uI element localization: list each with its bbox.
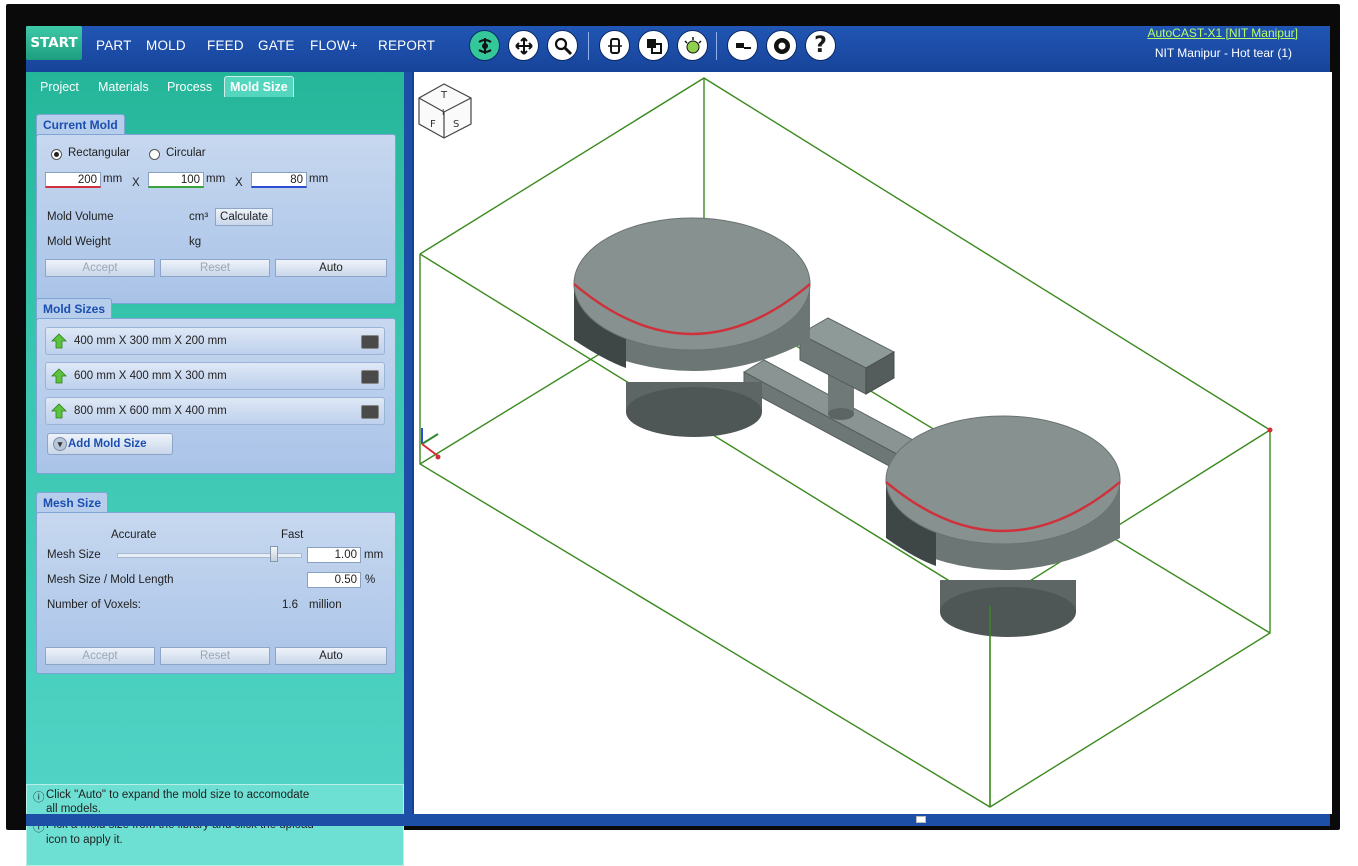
voxels-unit: million <box>309 599 342 611</box>
status-bar <box>26 814 1330 826</box>
mold-size-row[interactable]: 800 mm X 600 mm X 400 mm <box>45 397 385 425</box>
calculate-button[interactable]: Calculate <box>215 208 273 226</box>
menu-flow[interactable]: FLOW+ <box>310 38 358 53</box>
view-cube-top[interactable]: T <box>440 90 448 101</box>
mold-weight-unit: kg <box>189 236 202 248</box>
reset-button[interactable]: Reset <box>160 259 270 277</box>
zoom-icon[interactable] <box>547 30 578 61</box>
radio-circular[interactable] <box>149 149 160 160</box>
mold-dim-z-input[interactable]: 80 <box>251 172 307 188</box>
add-mold-size-button[interactable]: ▾ Add Mold Size <box>47 433 173 455</box>
help-icon[interactable]: ? <box>805 30 836 61</box>
slider-accurate-label: Accurate <box>111 529 157 541</box>
mesh-size-section: Accurate Fast Mesh Size 1.00 mm Mesh Siz… <box>36 512 396 674</box>
mesh-size-input[interactable]: 1.00 <box>307 547 361 563</box>
menu-start[interactable]: START <box>26 26 82 60</box>
mold-sizes-header: Mold Sizes <box>36 298 113 319</box>
window-frame: START PART MOLD FEED GATE FLOW+ REPORT ?… <box>6 4 1340 866</box>
app-title[interactable]: AutoCAST-X1 [NIT Manipur] <box>1147 26 1298 40</box>
toolbar-separator <box>588 32 589 60</box>
current-mold-header: Current Mold <box>36 114 125 135</box>
slider-fast-label: Fast <box>281 529 304 541</box>
unit-mm: mm <box>309 173 329 185</box>
label-rectangular: Rectangular <box>68 147 131 159</box>
menu-bar: START PART MOLD FEED GATE FLOW+ REPORT ?… <box>26 26 1330 72</box>
label-circular: Circular <box>166 147 206 159</box>
mesh-accept-button[interactable]: Accept <box>45 647 155 665</box>
mold-dim-x-input[interactable]: 200 <box>45 172 101 188</box>
menu-feed[interactable]: FEED <box>207 38 244 53</box>
unit-mm: mm <box>103 173 123 185</box>
upload-icon[interactable] <box>361 405 379 419</box>
upload-icon[interactable] <box>361 370 379 384</box>
pan-icon[interactable] <box>508 30 539 61</box>
left-panel: Project Materials Process Mold Size Curr… <box>26 72 404 866</box>
mesh-size-header: Mesh Size <box>36 492 109 513</box>
auto-button[interactable]: Auto <box>275 259 387 277</box>
casting-right <box>885 415 1121 637</box>
times-sign: X <box>235 177 243 189</box>
view-cube[interactable]: T F S I <box>418 83 472 139</box>
menu-gate[interactable]: GATE <box>258 38 295 53</box>
menu-part[interactable]: PART <box>96 38 132 53</box>
upload-icon[interactable] <box>361 335 379 349</box>
mold-sizes-section: 400 mm X 300 mm X 200 mm 600 mm X 400 mm… <box>36 318 396 474</box>
hint-text: icon to apply it. <box>46 834 123 846</box>
model-canvas[interactable]: T F S I <box>414 72 1332 814</box>
mesh-size-unit: mm <box>364 549 384 561</box>
mold-volume-unit: cm³ <box>189 211 209 223</box>
panel-resize-handle[interactable] <box>916 816 926 823</box>
mesh-ratio-unit: % <box>365 574 376 586</box>
measure-icon[interactable] <box>727 30 758 61</box>
mold-size-label: 600 mm X 400 mm X 300 mm <box>74 370 227 382</box>
menu-mold[interactable]: MOLD <box>146 38 186 53</box>
view-cube-side[interactable]: S <box>453 119 459 130</box>
fit-view-icon[interactable] <box>599 30 630 61</box>
tab-process[interactable]: Process <box>167 80 212 94</box>
tab-project[interactable]: Project <box>40 80 79 94</box>
mold-size-label: 800 mm X 600 mm X 400 mm <box>74 405 227 417</box>
mesh-ratio-input[interactable]: 0.50 <box>307 572 361 588</box>
voxels-label: Number of Voxels: <box>47 599 141 611</box>
view-cube-front[interactable]: F <box>430 119 436 130</box>
radio-rectangular[interactable] <box>51 149 62 160</box>
voxels-value: 1.6 <box>282 599 298 611</box>
mold-size-label: 400 mm X 300 mm X 200 mm <box>74 335 227 347</box>
chevron-down-icon: ▾ <box>53 437 67 451</box>
mesh-size-label: Mesh Size <box>47 549 101 561</box>
mold-volume-label: Mold Volume <box>47 211 114 223</box>
settings-icon[interactable] <box>766 30 797 61</box>
app-window: START PART MOLD FEED GATE FLOW+ REPORT ?… <box>26 26 1332 866</box>
mesh-auto-button[interactable]: Auto <box>275 647 387 665</box>
tab-mold-size[interactable]: Mold Size <box>224 76 294 97</box>
mold-size-row[interactable]: 600 mm X 400 mm X 300 mm <box>45 362 385 390</box>
mold-dim-y-input[interactable]: 100 <box>148 172 204 188</box>
hint-info-icon: ⓘ <box>33 792 45 804</box>
mesh-reset-button[interactable]: Reset <box>160 647 270 665</box>
accept-button[interactable]: Accept <box>45 259 155 277</box>
view-cube-mid: I <box>442 108 444 117</box>
3d-viewport[interactable]: T F S I <box>412 72 1332 814</box>
mesh-slider-thumb[interactable] <box>270 546 279 562</box>
times-sign: X <box>132 177 140 189</box>
shading-icon[interactable] <box>677 30 708 61</box>
tab-materials[interactable]: Materials <box>98 80 149 94</box>
mesh-ratio-label: Mesh Size / Mold Length <box>47 574 174 586</box>
hint-text: Click "Auto" to expand the mold size to … <box>46 789 310 801</box>
upload-arrow-icon <box>51 368 67 384</box>
toolbar-separator <box>716 32 717 60</box>
upload-arrow-icon <box>51 333 67 349</box>
unit-mm: mm <box>206 173 226 185</box>
mold-size-row[interactable]: 400 mm X 300 mm X 200 mm <box>45 327 385 355</box>
menu-report[interactable]: REPORT <box>378 38 435 53</box>
section-view-icon[interactable] <box>638 30 669 61</box>
rotate-icon[interactable] <box>469 30 500 61</box>
add-mold-size-label: Add Mold Size <box>68 438 147 450</box>
app-subtitle: NIT Manipur - Hot tear (1) <box>1154 46 1292 60</box>
upload-arrow-icon <box>51 403 67 419</box>
mold-weight-label: Mold Weight <box>47 236 111 248</box>
current-mold-section: Rectangular Circular 200 mm X 100 mm X 8… <box>36 134 396 304</box>
